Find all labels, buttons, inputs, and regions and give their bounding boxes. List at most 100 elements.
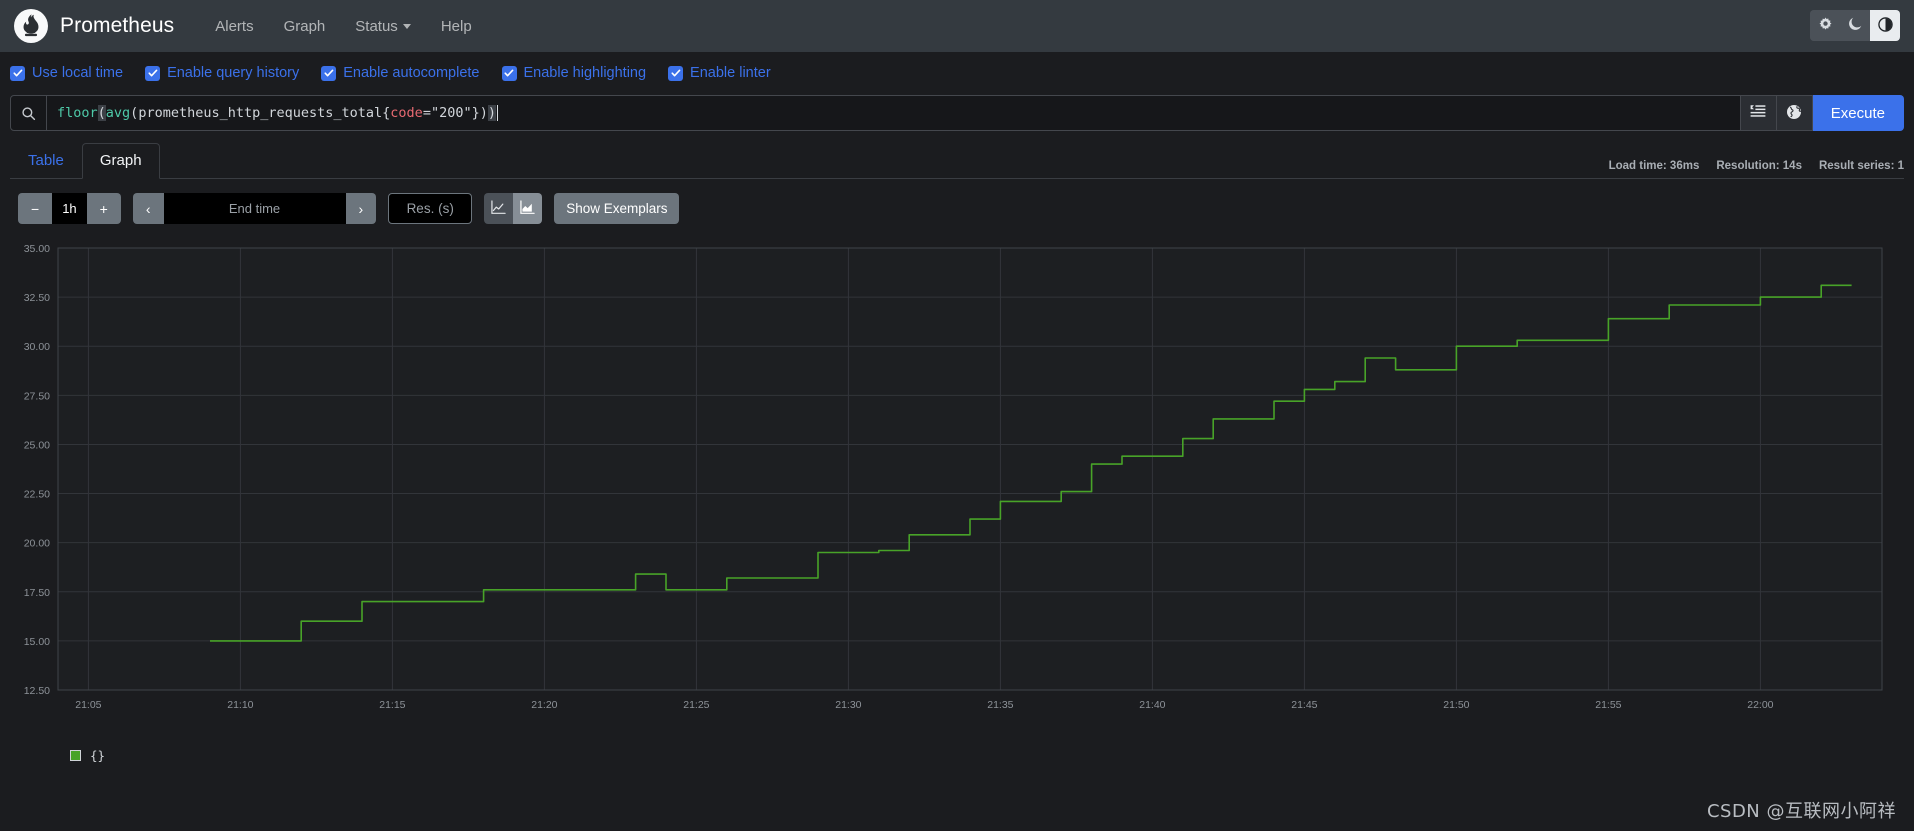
- chart-type-group: [484, 193, 543, 224]
- query-token-paren-open-1: (: [97, 105, 106, 121]
- next-time-button[interactable]: ›: [345, 193, 377, 224]
- metrics-explorer-button[interactable]: [1776, 95, 1813, 131]
- query-token-equals: =: [422, 105, 431, 121]
- brand[interactable]: Prometheus: [14, 9, 174, 43]
- svg-text:17.50: 17.50: [24, 587, 50, 599]
- execute-button[interactable]: Execute: [1812, 95, 1904, 131]
- query-token-brace-open: {: [382, 105, 391, 121]
- svg-text:32.50: 32.50: [24, 292, 50, 304]
- query-input[interactable]: floor(avg(prometheus_http_requests_total…: [47, 96, 1740, 130]
- query-input-group[interactable]: floor(avg(prometheus_http_requests_total…: [10, 95, 1741, 131]
- stat-resolution: Resolution: 14s: [1716, 160, 1802, 172]
- prometheus-torch-icon: [14, 9, 48, 43]
- line-chart-button[interactable]: [484, 193, 514, 224]
- checkbox-label: Enable linter: [690, 65, 771, 81]
- checkbox-enable-highlighting[interactable]: Enable highlighting: [501, 65, 647, 81]
- graph-controls: − 1h + ‹ End time › Res. (s) Show Exempl…: [0, 179, 1914, 232]
- query-token-label-name: code: [390, 105, 423, 121]
- query-token-paren-close-2: ): [487, 105, 497, 121]
- query-token-floor: floor: [57, 105, 98, 121]
- nav-link-graph[interactable]: Graph: [269, 10, 341, 43]
- auto-theme-button[interactable]: [1870, 10, 1900, 41]
- checkbox-label: Enable autocomplete: [343, 65, 480, 81]
- svg-text:12.50: 12.50: [24, 685, 50, 697]
- query-stats: Load time: 36ms Resolution: 14s Result s…: [1609, 160, 1904, 172]
- svg-text:22:00: 22:00: [1747, 699, 1773, 711]
- check-icon: [145, 65, 161, 81]
- tab-table[interactable]: Table: [10, 143, 82, 179]
- nav-link-help[interactable]: Help: [426, 10, 487, 43]
- svg-text:21:40: 21:40: [1139, 699, 1165, 711]
- previous-time-button[interactable]: ‹: [132, 193, 164, 224]
- checkbox-label: Use local time: [32, 65, 124, 81]
- svg-text:21:50: 21:50: [1443, 699, 1469, 711]
- svg-text:35.00: 35.00: [24, 243, 50, 255]
- stat-result-series: Result series: 1: [1818, 160, 1904, 172]
- svg-text:21:30: 21:30: [835, 699, 861, 711]
- check-icon: [668, 65, 684, 81]
- svg-text:27.50: 27.50: [24, 390, 50, 402]
- svg-text:22.50: 22.50: [24, 489, 50, 501]
- query-token-paren-close-1: ): [479, 105, 488, 121]
- decrease-range-button[interactable]: −: [18, 193, 53, 224]
- svg-text:30.00: 30.00: [24, 341, 50, 353]
- nav-link-status[interactable]: Status: [340, 10, 426, 43]
- navbar: Prometheus Alerts Graph Status Help: [0, 0, 1914, 52]
- line-chart-icon: [491, 199, 506, 218]
- checkbox-enable-linter[interactable]: Enable linter: [668, 65, 771, 81]
- svg-text:21:20: 21:20: [531, 699, 557, 711]
- checkbox-use-local-time[interactable]: Use local time: [10, 65, 123, 81]
- end-time-input[interactable]: End time: [163, 193, 346, 224]
- check-icon: [501, 65, 517, 81]
- chart-legend: {}: [0, 736, 1914, 763]
- format-query-button[interactable]: [1740, 95, 1777, 131]
- increase-range-button[interactable]: +: [86, 193, 121, 224]
- svg-text:25.00: 25.00: [24, 439, 50, 451]
- range-input[interactable]: 1h: [52, 193, 87, 224]
- checkbox-enable-query-history[interactable]: Enable query history: [145, 65, 299, 81]
- end-time-group: ‹ End time ›: [132, 193, 377, 224]
- resolution-input[interactable]: Res. (s): [388, 193, 473, 224]
- svg-text:21:05: 21:05: [75, 699, 101, 711]
- svg-text:15.00: 15.00: [24, 636, 50, 648]
- legend-series-label[interactable]: {}: [90, 748, 105, 763]
- svg-text:21:10: 21:10: [227, 699, 253, 711]
- chevron-down-icon: [402, 24, 411, 30]
- nav-link-alerts[interactable]: Alerts: [200, 10, 268, 43]
- stacked-area-chart-icon: [520, 199, 535, 218]
- query-bar: floor(avg(prometheus_http_requests_total…: [10, 95, 1904, 131]
- nav-links: Alerts Graph Status Help: [200, 10, 486, 43]
- checkbox-enable-autocomplete[interactable]: Enable autocomplete: [321, 65, 480, 81]
- query-token-label-value: "200": [430, 105, 472, 121]
- svg-text:21:45: 21:45: [1291, 699, 1317, 711]
- brand-name: Prometheus: [60, 14, 175, 37]
- globe-icon: [1786, 104, 1802, 123]
- svg-text:21:35: 21:35: [987, 699, 1013, 711]
- query-token-metric: prometheus_http_requests_total: [138, 105, 383, 121]
- graph-panel: 35.00 32.50 30.00 27.50 25.00 22.50 20.00 17.50…: [10, 236, 1904, 736]
- half-circle-icon: [1877, 16, 1893, 35]
- light-theme-button[interactable]: [1810, 10, 1840, 41]
- search-icon: [11, 96, 47, 130]
- svg-text:20.00: 20.00: [24, 538, 50, 550]
- indent-format-icon: [1750, 104, 1766, 123]
- nav-link-status-label: Status: [355, 17, 398, 35]
- dark-theme-button[interactable]: [1840, 10, 1870, 41]
- tab-graph[interactable]: Graph: [81, 143, 160, 179]
- time-range-stepper: − 1h +: [18, 193, 121, 224]
- sun-icon: [1818, 16, 1833, 35]
- query-options-row: Use local time Enable query history Enab…: [0, 52, 1914, 92]
- moon-icon: [1848, 17, 1862, 34]
- stacked-chart-button[interactable]: [513, 193, 543, 224]
- show-exemplars-button[interactable]: Show Exemplars: [554, 193, 680, 224]
- svg-text:21:25: 21:25: [683, 699, 709, 711]
- watermark: CSDN @互联网小阿祥: [1706, 801, 1896, 822]
- text-cursor: [497, 105, 499, 121]
- check-icon: [321, 65, 337, 81]
- time-series-chart[interactable]: 35.00 32.50 30.00 27.50 25.00 22.50 20.00 17.50…: [10, 236, 1904, 736]
- checkbox-label: Enable highlighting: [523, 65, 647, 81]
- svg-text:21:55: 21:55: [1595, 699, 1621, 711]
- legend-color-swatch: [70, 750, 81, 761]
- query-token-paren-open-2: (: [130, 105, 139, 121]
- check-icon: [10, 65, 25, 81]
